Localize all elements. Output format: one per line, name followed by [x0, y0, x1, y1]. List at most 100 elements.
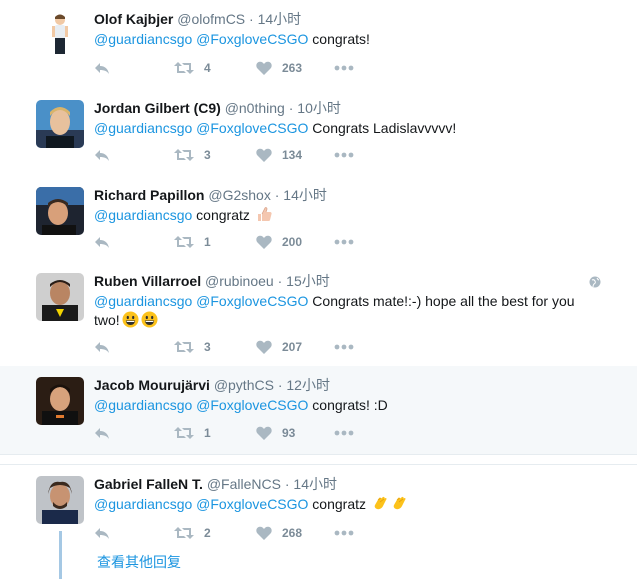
mention-link[interactable]: @guardiancsgo: [94, 397, 192, 413]
timestamp[interactable]: 14小时: [293, 476, 337, 492]
reply-button[interactable]: [94, 524, 110, 542]
reply-button[interactable]: [94, 59, 110, 77]
view-more-replies-link[interactable]: 查看其他回复: [97, 552, 181, 572]
tweet[interactable]: Olof Kajbjer @olofmCS · 14小时 @guardiancs…: [0, 0, 637, 90]
timestamp[interactable]: 12小时: [286, 377, 330, 393]
like-count: 263: [282, 61, 303, 75]
avatar[interactable]: [36, 100, 84, 148]
retweet-count: 1: [204, 426, 211, 440]
tweet-body: congrats!: [308, 31, 370, 47]
reply-icon: [95, 427, 109, 439]
user-handle[interactable]: @FalleNCS: [207, 476, 281, 492]
tweet[interactable]: Gabriel FalleN T. @FalleNCS · 14小时 @guar…: [0, 464, 637, 580]
display-name[interactable]: Richard Papillon: [94, 187, 204, 203]
retweet-button[interactable]: 3: [174, 146, 211, 164]
reply-button[interactable]: [94, 233, 110, 251]
retweet-button[interactable]: 2: [174, 524, 211, 542]
timestamp[interactable]: 14小时: [258, 11, 302, 27]
retweet-button[interactable]: 1: [174, 233, 211, 251]
mention-link[interactable]: @guardiancsgo: [94, 31, 192, 47]
heart-icon: [256, 235, 272, 249]
user-handle[interactable]: @rubinoeu: [205, 273, 274, 289]
like-button[interactable]: 207: [256, 338, 302, 356]
separator-dot: ·: [277, 273, 283, 289]
mention-link[interactable]: @FoxgloveCSGO: [196, 31, 308, 47]
retweet-button[interactable]: 3: [174, 338, 211, 356]
retweet-icon: [174, 236, 194, 248]
display-name[interactable]: Olof Kajbjer: [94, 11, 173, 27]
replies-feed: Olof Kajbjer @olofmCS · 14小时 @guardiancs…: [0, 0, 637, 580]
separator-dot: ·: [249, 11, 254, 27]
mention-link[interactable]: @FoxgloveCSGO: [196, 120, 308, 136]
timestamp[interactable]: 14小时: [283, 187, 327, 203]
tweet[interactable]: Ruben Villarroel @rubinoeu · 15小时 @guard…: [0, 262, 637, 367]
avatar[interactable]: [36, 476, 84, 524]
avatar[interactable]: [36, 187, 84, 235]
like-button[interactable]: 200: [256, 233, 302, 251]
timestamp[interactable]: 10小时: [297, 100, 341, 116]
tweet-body: Congrats Ladislavvvvv!: [308, 120, 457, 136]
clapping-hands-emoji: [374, 496, 387, 510]
tweet[interactable]: Jordan Gilbert (C9) @n0thing · 10小时 @gua…: [0, 89, 637, 177]
more-button[interactable]: [334, 424, 354, 442]
tweet-text: @guardiancsgo @FoxgloveCSGO Congrats mat…: [94, 292, 601, 330]
tweet[interactable]: Jacob Mourujärvi @pythCS · 12小时 @guardia…: [0, 366, 637, 455]
retweet-button[interactable]: 1: [174, 424, 211, 442]
tweet-body: congratz: [192, 207, 254, 223]
display-name[interactable]: Jordan Gilbert (C9): [94, 100, 221, 116]
display-name[interactable]: Jacob Mourujärvi: [94, 377, 210, 393]
mention-link[interactable]: @FoxgloveCSGO: [196, 293, 308, 309]
more-button[interactable]: [334, 233, 354, 251]
retweet-count: 2: [204, 526, 211, 540]
timestamp[interactable]: 15小时: [286, 273, 330, 289]
user-handle[interactable]: @olofmCS: [177, 11, 245, 27]
like-count: 268: [282, 526, 303, 540]
mention-link[interactable]: @guardiancsgo: [94, 120, 192, 136]
user-handle[interactable]: @G2shox: [208, 187, 270, 203]
tweet-body: congrats! :D: [308, 397, 388, 413]
retweet-icon: [174, 341, 194, 353]
more-button[interactable]: [334, 146, 354, 164]
more-dots-icon: [334, 65, 354, 71]
more-button[interactable]: [334, 338, 354, 356]
avatar[interactable]: [36, 377, 84, 425]
clapping-hands-emoji: [393, 496, 406, 510]
retweet-count: 1: [204, 235, 211, 249]
mention-link[interactable]: @guardiancsgo: [94, 496, 192, 512]
reply-button[interactable]: [94, 338, 110, 356]
reply-icon: [95, 149, 109, 161]
more-button[interactable]: [334, 59, 354, 77]
retweet-button[interactable]: 4: [174, 59, 211, 77]
mention-link[interactable]: @guardiancsgo: [94, 207, 192, 223]
tweet[interactable]: Richard Papillon @G2shox · 14小时 @guardia…: [0, 176, 637, 263]
tweet-body: congratz: [308, 496, 370, 512]
like-button[interactable]: 263: [256, 59, 302, 77]
avatar[interactable]: [36, 11, 84, 59]
more-button[interactable]: [334, 524, 354, 542]
separator-dot: ·: [284, 476, 290, 492]
display-name[interactable]: Gabriel FalleN T.: [94, 476, 203, 492]
avatar[interactable]: [36, 273, 84, 321]
reply-button[interactable]: [94, 146, 110, 164]
heart-icon: [256, 526, 272, 540]
more-dots-icon: [334, 430, 354, 436]
reply-button[interactable]: [94, 424, 110, 442]
like-button[interactable]: 93: [256, 424, 295, 442]
user-handle[interactable]: @pythCS: [214, 377, 274, 393]
reply-icon: [95, 527, 109, 539]
mention-link[interactable]: @FoxgloveCSGO: [196, 496, 308, 512]
retweet-icon: [174, 527, 194, 539]
like-button[interactable]: 134: [256, 146, 302, 164]
display-name[interactable]: Ruben Villarroel: [94, 273, 201, 289]
separator-dot: ·: [288, 100, 294, 116]
retweet-icon: [174, 62, 194, 74]
mention-link[interactable]: @FoxgloveCSGO: [196, 397, 308, 413]
more-dots-icon: [334, 344, 354, 350]
tweet-text: @guardiancsgo @FoxgloveCSGO congratz: [94, 495, 601, 514]
tweet-text: @guardiancsgo @FoxgloveCSGO congrats!: [94, 30, 601, 49]
mention-link[interactable]: @guardiancsgo: [94, 293, 192, 309]
grinning-face-emoji: [141, 311, 158, 328]
user-handle[interactable]: @n0thing: [225, 100, 285, 116]
retweet-icon: [174, 149, 194, 161]
like-button[interactable]: 268: [256, 524, 302, 542]
